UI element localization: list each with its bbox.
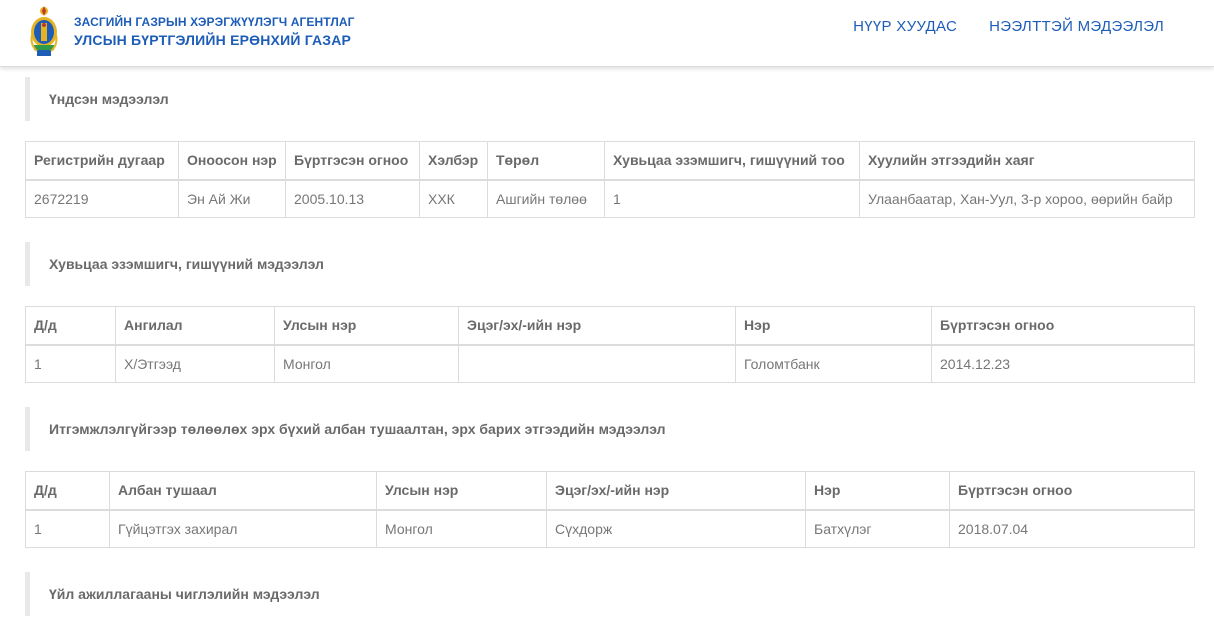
col-header: Эцэг/эх/-ийн нэр (546, 471, 806, 511)
col-header: Нэр (805, 471, 950, 511)
col-header: Албан тушаал (109, 471, 377, 511)
col-header: Улсын нэр (376, 471, 547, 511)
col-header: Оноосон нэр (178, 141, 286, 181)
brand[interactable]: ЗАСГИЙН ГАЗРЫН ХЭРЭГЖҮҮЛЭГЧ АГЕНТЛАГ УЛС… (74, 15, 355, 48)
col-header: Регистрийн дугаар (25, 141, 179, 181)
table-cell: Гүйцэтгэх захирал (109, 509, 377, 548)
table-cell: Улаанбаатар, Хан-Уул, 3-р хороо, өөрийн … (859, 179, 1195, 218)
table-cell: Монгол (274, 344, 459, 383)
main-nav: НҮҮР ХУУДАС НЭЭЛТТЭЙ МЭДЭЭЛЭЛ (853, 18, 1164, 35)
table-row: 2672219 Эн Ай Жи 2005.10.13 ХХК Ашгийн т… (25, 179, 1195, 218)
col-header: Улсын нэр (274, 306, 459, 346)
table-cell: Х/Этгээд (115, 344, 275, 383)
table-cell: Сүхдорж (546, 509, 806, 548)
col-header: Төрөл (487, 141, 605, 181)
col-header: Хэлбэр (419, 141, 488, 181)
table-cell: Голомтбанк (735, 344, 932, 383)
col-header: Нэр (735, 306, 932, 346)
col-header: Хувьцаа эзэмшигч, гишүүний тоо (604, 141, 860, 181)
table-cell: Эн Ай Жи (178, 179, 286, 218)
table-cell: Ашгийн төлөө (487, 179, 605, 218)
col-header: Д/д (25, 306, 116, 346)
officials-table: Д/д Албан тушаал Улсын нэр Эцэг/эх/-ийн … (25, 471, 1195, 548)
col-header: Бүртгэсэн огноо (931, 306, 1195, 346)
table-cell: 1 (604, 179, 860, 218)
site-header: ЗАСГИЙН ГАЗРЫН ХЭРЭГЖҮҮЛЭГЧ АГЕНТЛАГ УЛС… (0, 0, 1214, 67)
section-title-activity: Үйл ажиллагааны чиглэлийн мэдээлэл (25, 572, 1194, 616)
table-cell: Батхүлэг (805, 509, 950, 548)
table-cell: 2014.12.23 (931, 344, 1195, 383)
org-name: УЛСЫН БҮРТГЭЛИЙН ЕРӨНХИЙ ГАЗАР (74, 32, 352, 48)
table-row: 1 Х/Этгээд Монгол Голомтбанк 2014.12.23 (25, 344, 1195, 383)
col-header: Бүртгэсэн огноо (285, 141, 420, 181)
col-header: Эцэг/эх/-ийн нэр (458, 306, 736, 346)
table-cell: 1 (25, 344, 116, 383)
table-cell: 2018.07.04 (949, 509, 1195, 548)
section-title-officials: Итгэмжлэлгүйгээр төлөөлөх эрх бүхий алба… (25, 407, 1194, 451)
shareholders-table: Д/д Ангилал Улсын нэр Эцэг/эх/-ийн нэр Н… (25, 306, 1195, 383)
col-header: Д/д (25, 471, 110, 511)
basic-info-table: Регистрийн дугаар Оноосон нэр Бүртгэсэн … (25, 141, 1195, 218)
table-header-row: Д/д Ангилал Улсын нэр Эцэг/эх/-ийн нэр Н… (25, 306, 1195, 346)
col-header: Ангилал (115, 306, 275, 346)
table-row: 1 Гүйцэтгэх захирал Монгол Сүхдорж Батхү… (25, 509, 1195, 548)
section-title-basic: Үндсэн мэдээлэл (25, 77, 1194, 121)
table-header-row: Д/д Албан тушаал Улсын нэр Эцэг/эх/-ийн … (25, 471, 1195, 511)
table-cell (458, 344, 736, 383)
col-header: Хуулийн этгээдийн хаяг (859, 141, 1195, 181)
col-header: Бүртгэсэн огноо (949, 471, 1195, 511)
table-cell: 2005.10.13 (285, 179, 420, 218)
state-emblem-icon[interactable] (28, 5, 60, 59)
table-header-row: Регистрийн дугаар Оноосон нэр Бүртгэсэн … (25, 141, 1195, 181)
table-cell: 2672219 (25, 179, 179, 218)
nav-home[interactable]: НҮҮР ХУУДАС (853, 18, 957, 35)
table-cell: Монгол (376, 509, 547, 548)
table-cell: 1 (25, 509, 110, 548)
table-cell: ХХК (419, 179, 488, 218)
agency-name: ЗАСГИЙН ГАЗРЫН ХЭРЭГЖҮҮЛЭГЧ АГЕНТЛАГ (74, 15, 355, 29)
section-title-shareholders: Хувьцаа эзэмшигч, гишүүний мэдээлэл (25, 242, 1194, 286)
nav-open-data[interactable]: НЭЭЛТТЭЙ МЭДЭЭЛЭЛ (989, 18, 1164, 35)
